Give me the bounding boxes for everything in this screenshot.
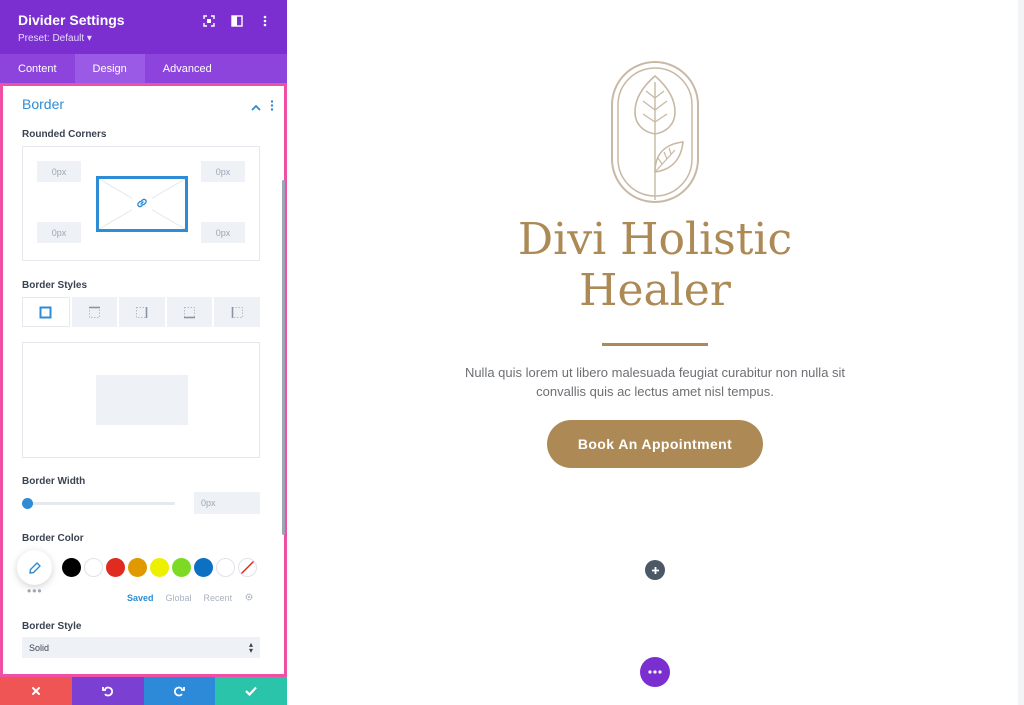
- tab-content[interactable]: Content: [0, 54, 75, 83]
- corner-top-right-input[interactable]: 0px: [201, 161, 245, 182]
- plus-icon: [651, 566, 659, 574]
- border-style-select[interactable]: Solid ▴ ▾: [22, 637, 260, 658]
- border-style-value: Solid: [29, 642, 50, 653]
- swatch-red[interactable]: [106, 558, 125, 577]
- add-module-button[interactable]: [645, 560, 665, 580]
- chevron-up-icon[interactable]: [251, 98, 261, 116]
- tab-design[interactable]: Design: [74, 54, 145, 83]
- section-menu-icon[interactable]: [270, 98, 274, 116]
- hero-title-line-1: Divi Holistic: [517, 214, 793, 265]
- panel-header: Divider Settings Preset: Default ▾: [0, 0, 287, 54]
- swatch-blue[interactable]: [194, 558, 213, 577]
- color-swatches: [62, 558, 257, 577]
- no-color-swatch[interactable]: [238, 558, 257, 577]
- panel-scrollbar[interactable]: [282, 180, 285, 535]
- border-sides-selector: [22, 297, 260, 327]
- palette-tab-recent[interactable]: Recent: [204, 593, 233, 603]
- color-picker-button[interactable]: [17, 550, 52, 585]
- undo-icon: [101, 686, 113, 697]
- border-width-slider-handle[interactable]: [22, 498, 33, 509]
- border-settings-section: Border Rounded Corners 0px 0px 0px 0px B…: [0, 83, 287, 677]
- rounded-corners-control: 0px 0px 0px 0px: [22, 146, 260, 261]
- all-sides-button[interactable]: [22, 297, 70, 327]
- discard-button[interactable]: [0, 677, 72, 705]
- more-options-icon[interactable]: [257, 13, 273, 29]
- top-side-button[interactable]: [71, 297, 118, 327]
- corner-preview-box: [96, 176, 188, 232]
- save-button[interactable]: [215, 677, 287, 705]
- panel-title: Divider Settings: [18, 12, 125, 28]
- corner-bottom-right-input[interactable]: 0px: [201, 222, 245, 243]
- border-color-label: Border Color: [22, 533, 84, 544]
- tab-advanced[interactable]: Advanced: [145, 54, 230, 83]
- right-border-icon: [136, 306, 148, 318]
- section-title[interactable]: Border: [22, 96, 64, 112]
- book-appointment-button[interactable]: Book An Appointment: [547, 420, 763, 468]
- settings-panel: Divider Settings Preset: Default ▾ Conte…: [0, 0, 287, 705]
- header-icons: [201, 13, 273, 29]
- leaf-logo: [611, 61, 699, 203]
- left-border-icon: [231, 306, 243, 318]
- canvas-scrollbar[interactable]: [1018, 0, 1024, 705]
- swatch-white[interactable]: [84, 558, 103, 577]
- border-styles-label: Border Styles: [22, 280, 88, 291]
- swatch-green[interactable]: [172, 558, 191, 577]
- ellipsis-icon: [648, 670, 662, 674]
- palette-tab-global[interactable]: Global: [166, 593, 192, 603]
- redo-icon: [174, 686, 186, 697]
- swatch-white-2[interactable]: [216, 558, 235, 577]
- settings-tabs: Content Design Advanced: [0, 54, 287, 83]
- divi-builder: Divider Settings Preset: Default ▾ Conte…: [0, 0, 1024, 705]
- gear-icon[interactable]: [244, 592, 254, 604]
- checkmark-icon: [245, 686, 257, 696]
- bottom-side-button[interactable]: [166, 297, 213, 327]
- hero-description: Nulla quis lorem ut libero malesuada feu…: [464, 365, 846, 399]
- section-controls: [251, 98, 274, 116]
- border-preview: [22, 342, 260, 458]
- border-style-label: Border Style: [22, 621, 82, 632]
- eyedropper-icon: [28, 561, 41, 574]
- swatch-yellow[interactable]: [150, 558, 169, 577]
- palette-tab-saved[interactable]: Saved: [127, 593, 154, 603]
- no-color-icon: [240, 560, 255, 575]
- palette-tabs: Saved Global Recent: [127, 592, 254, 604]
- preset-selector[interactable]: Preset: Default ▾: [18, 33, 92, 44]
- hero-title: Divi Holistic Healer: [487, 214, 823, 316]
- rounded-corners-label: Rounded Corners: [22, 129, 107, 140]
- page-settings-button[interactable]: [640, 657, 670, 687]
- border-preview-box: [96, 375, 188, 425]
- fullscreen-icon[interactable]: [201, 13, 217, 29]
- hero-title-line-2: Healer: [579, 265, 731, 316]
- right-side-button[interactable]: [119, 297, 165, 327]
- top-border-icon: [88, 306, 100, 318]
- split-view-icon[interactable]: [229, 13, 245, 29]
- border-width-slider-track[interactable]: [25, 502, 175, 505]
- border-width-input[interactable]: 0px: [194, 492, 260, 514]
- divider-line[interactable]: [602, 343, 708, 346]
- corner-top-left-input[interactable]: 0px: [37, 161, 81, 182]
- bottom-border-icon: [184, 306, 196, 318]
- select-arrows-icon: ▴ ▾: [248, 640, 253, 655]
- swatch-black[interactable]: [62, 558, 81, 577]
- undo-button[interactable]: [71, 677, 144, 705]
- panel-footer: [0, 677, 287, 705]
- swatch-orange[interactable]: [128, 558, 147, 577]
- close-icon: [31, 687, 40, 695]
- corner-bottom-left-input[interactable]: 0px: [37, 222, 81, 243]
- border-width-label: Border Width: [22, 476, 86, 487]
- left-side-button[interactable]: [214, 297, 260, 327]
- more-colors-icon[interactable]: •••: [27, 584, 43, 598]
- redo-button[interactable]: [143, 677, 216, 705]
- all-borders-icon: [39, 306, 52, 318]
